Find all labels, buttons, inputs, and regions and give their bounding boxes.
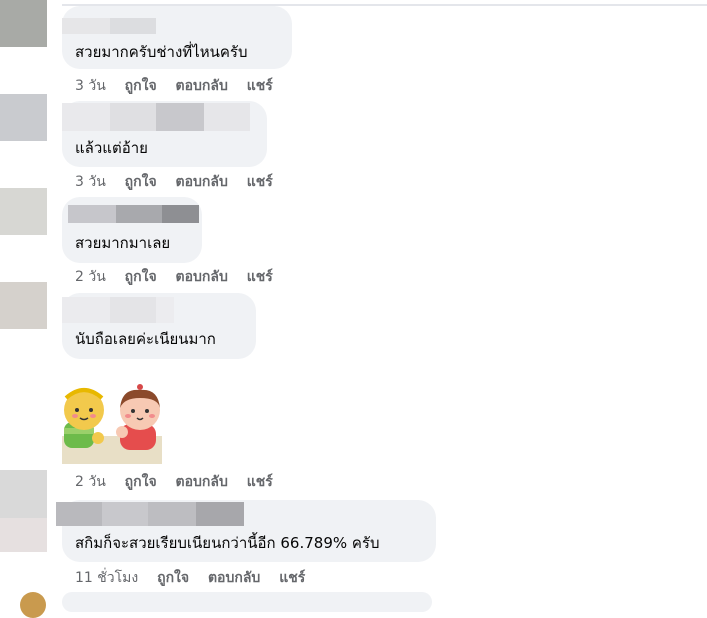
reply-button[interactable]: ตอบกลับ: [176, 474, 228, 490]
blurred-name: [162, 205, 199, 223]
blurred-name: [110, 103, 156, 131]
comment-actions: 2 วัน ถูกใจ ตอบกลับ แชร์: [75, 473, 287, 491]
avatar[interactable]: [0, 188, 47, 235]
avatar[interactable]: [0, 94, 47, 141]
reply-button[interactable]: ตอบกลับ: [176, 78, 228, 94]
reply-button[interactable]: ตอบกลับ: [176, 174, 228, 190]
comment-bubble: แล้วแต่อ้าย: [62, 101, 267, 167]
comment-text: สวยมากครับช่างที่ไหนครับ: [75, 43, 248, 61]
comment-actions: 11 ชั่วโมง ถูกใจ ตอบกลับ แชร์: [75, 569, 319, 587]
share-button[interactable]: แชร์: [247, 174, 273, 190]
avatar[interactable]: [20, 592, 46, 618]
reply-button[interactable]: ตอบกลับ: [176, 269, 228, 285]
sticker[interactable]: [62, 376, 162, 468]
like-button[interactable]: ถูกใจ: [157, 570, 189, 586]
avatar[interactable]: [0, 470, 47, 552]
blurred-name: [110, 297, 156, 323]
blurred-name: [56, 502, 102, 526]
blurred-name: [62, 103, 110, 131]
comment-time: 3 วัน: [75, 174, 106, 190]
blurred-name: [102, 502, 148, 526]
comment-actions: 2 วัน ถูกใจ ตอบกลับ แชร์: [75, 268, 287, 286]
blurred-name: [110, 18, 156, 34]
comment-time: 3 วัน: [75, 78, 106, 94]
comment-bubble: นับถือเลยค่ะเนียนมาก: [62, 293, 256, 359]
share-button[interactable]: แชร์: [247, 474, 273, 490]
comment-time: 2 วัน: [75, 474, 106, 490]
comment-bubble: สกิมก็จะสวยเรียบเนียนกว่านี้อีก 66.789% …: [56, 500, 436, 562]
comment-time: 2 วัน: [75, 269, 106, 285]
like-button[interactable]: ถูกใจ: [125, 78, 157, 94]
blurred-name: [156, 297, 174, 323]
avatar[interactable]: [0, 282, 47, 329]
blurred-name: [156, 103, 204, 131]
comment-bubble: สวยมากครับช่างที่ไหนครับ: [62, 6, 292, 69]
comment-text: สวยมากมาเลย: [75, 234, 171, 252]
blurred-name: [148, 502, 196, 526]
comment-text: แล้วแต่อ้าย: [75, 139, 148, 157]
comment-actions: 3 วัน ถูกใจ ตอบกลับ แชร์: [75, 173, 287, 191]
share-button[interactable]: แชร์: [247, 78, 273, 94]
like-button[interactable]: ถูกใจ: [125, 474, 157, 490]
blurred-name: [68, 205, 116, 223]
blurred-name: [62, 18, 110, 34]
blurred-name: [116, 205, 162, 223]
like-button[interactable]: ถูกใจ: [125, 269, 157, 285]
like-button[interactable]: ถูกใจ: [125, 174, 157, 190]
share-button[interactable]: แชร์: [247, 269, 273, 285]
blurred-name: [196, 502, 244, 526]
comment-bubble: สวยมากมาเลย: [62, 197, 202, 263]
comment-actions: 3 วัน ถูกใจ ตอบกลับ แชร์: [75, 77, 287, 95]
comment-bubble: [62, 592, 432, 612]
blurred-name: [204, 103, 250, 131]
avatar[interactable]: [0, 376, 47, 470]
comment-time: 11 ชั่วโมง: [75, 570, 139, 586]
comment-text: นับถือเลยค่ะเนียนมาก: [75, 330, 216, 348]
reply-button[interactable]: ตอบกลับ: [208, 570, 260, 586]
comment-text: สกิมก็จะสวยเรียบเนียนกว่านี้อีก 66.789% …: [75, 534, 380, 552]
two-cartoon-kids-sticker-icon: [62, 384, 162, 464]
avatar[interactable]: [0, 0, 47, 47]
share-button[interactable]: แชร์: [279, 570, 305, 586]
blurred-name: [62, 297, 110, 323]
